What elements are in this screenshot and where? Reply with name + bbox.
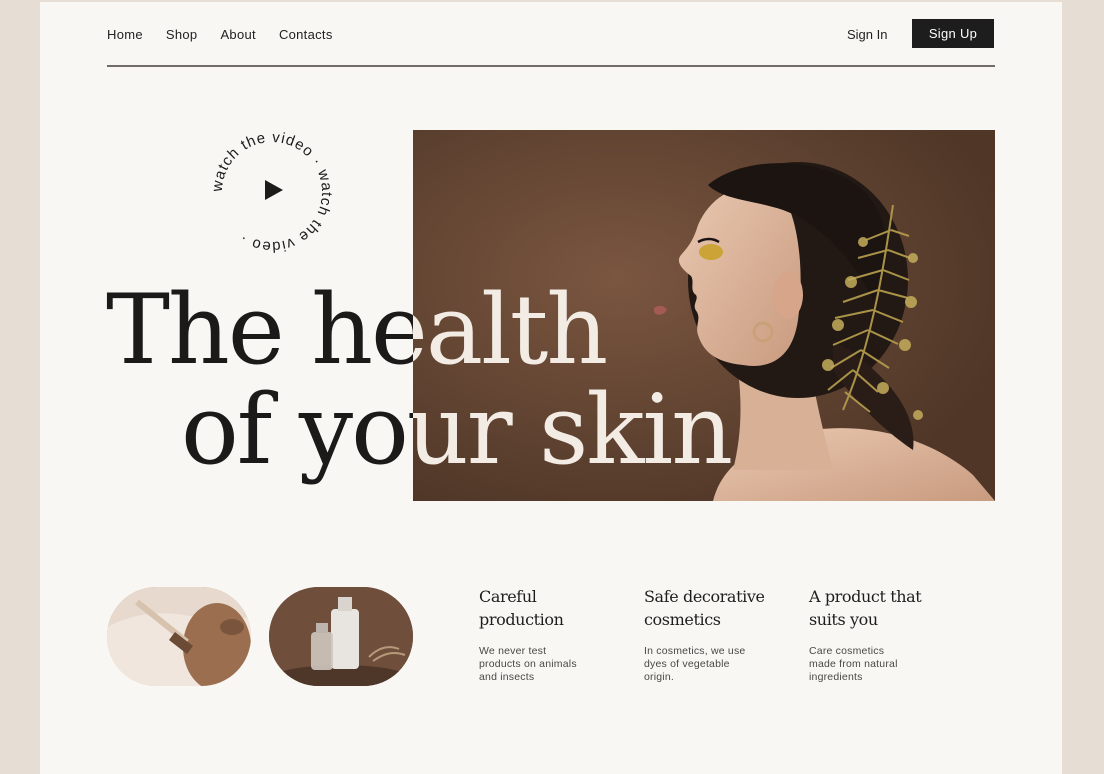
facial-mask-thumbnail[interactable] xyxy=(107,587,251,686)
feature-text-line3: ingredients xyxy=(809,671,863,683)
feature-text-line3: and insects xyxy=(479,671,535,683)
feature-title: Safe decorative cosmetics xyxy=(644,585,794,631)
feature-description: In cosmetics, we use dyes of vegetable o… xyxy=(644,645,794,684)
feature-text-line1: We never test xyxy=(479,645,547,657)
hero-headline-overlay: The health of your skin xyxy=(413,280,806,480)
feature-text-line1: Care cosmetics xyxy=(809,645,885,657)
nav-link-home[interactable]: Home xyxy=(107,26,143,44)
feature-text-line2: made from natural xyxy=(809,658,898,670)
feature-title: A product that suits you xyxy=(809,585,959,631)
feature-title-line2: cosmetics xyxy=(644,610,721,629)
hero-headline-overlay-line2: of your skin xyxy=(413,374,733,486)
nav-link-shop[interactable]: Shop xyxy=(166,26,198,44)
sign-in-link[interactable]: Sign In xyxy=(847,26,887,44)
feature-title-line1: A product that xyxy=(809,587,922,606)
watch-video-badge[interactable]: watch the video · watch the video · xyxy=(208,128,336,256)
feature-title-line1: Safe decorative xyxy=(644,587,765,606)
sign-up-button[interactable]: Sign Up xyxy=(912,19,994,48)
feature-text-line1: In cosmetics, we use xyxy=(644,645,746,657)
feature-title-line1: Careful xyxy=(479,587,537,606)
feature-title: Careful production xyxy=(479,585,629,631)
feature-description: Care cosmetics made from natural ingredi… xyxy=(809,645,959,684)
feature-title-line2: suits you xyxy=(809,610,878,629)
feature-description: We never test products on animals and in… xyxy=(479,645,629,684)
nav-link-about[interactable]: About xyxy=(220,26,255,44)
landing-page: Home Shop About Contacts Sign In Sign Up… xyxy=(40,2,1062,774)
top-navigation: Home Shop About Contacts Sign In Sign Up xyxy=(107,19,995,66)
cosmetic-bottles-thumbnail[interactable] xyxy=(269,587,413,686)
hero-headline-overlay-line1: The health xyxy=(413,274,608,386)
play-icon[interactable] xyxy=(265,180,283,200)
feature-text-line3: origin. xyxy=(644,671,674,683)
nav-divider xyxy=(107,65,995,67)
nav-links: Home Shop About Contacts xyxy=(107,26,333,44)
feature-text-line2: products on animals xyxy=(479,658,577,670)
hero-photo: The health of your skin xyxy=(413,130,995,501)
nav-link-contacts[interactable]: Contacts xyxy=(279,26,333,44)
feature-careful-production: Careful production We never test product… xyxy=(479,585,629,684)
feature-safe-decorative-cosmetics: Safe decorative cosmetics In cosmetics, … xyxy=(644,585,794,684)
feature-product-suits-you: A product that suits you Care cosmetics … xyxy=(809,585,959,684)
feature-text-line2: dyes of vegetable xyxy=(644,658,730,670)
feature-title-line2: production xyxy=(479,610,564,629)
